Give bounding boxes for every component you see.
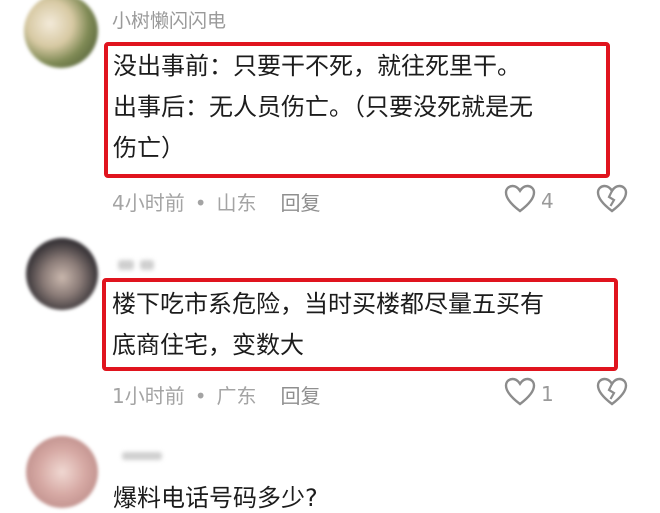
avatar[interactable] [26,436,98,508]
comment-time: 4小时前 [112,191,185,215]
comment-text-line: 楼下吃市系危险，当时买楼都尽量五买有 [112,290,544,318]
like-count: 1 [541,382,554,406]
comment-username[interactable]: 小树懒闪闪电 [112,6,226,33]
avatar[interactable] [24,0,98,68]
comment-text: 楼下吃市系危险，当时买楼都尽量五买有 底商住宅，变数大 [112,284,544,366]
comment-meta: 4小时前 • 山东 回复 [112,187,321,216]
reply-button[interactable]: 回复 [281,380,321,409]
comment-username-blurred[interactable] [118,260,134,270]
broken-heart-icon[interactable] [596,377,628,407]
comment-location: 山东 [216,191,257,215]
comment-username-blurred[interactable] [140,260,154,270]
separator-dot: • [194,384,207,408]
comment-text-line: 出事后：无人员伤亡。（只要没死就是无 [113,93,533,121]
avatar[interactable] [26,238,98,310]
comment-username-blurred[interactable] [122,452,162,460]
heart-outline-icon[interactable] [504,184,536,214]
comment-location: 广东 [216,384,257,408]
comment-text-line: 没出事前：只要干不死，就往死里干。 [113,52,521,80]
comment-text-line: 伤亡） [113,134,185,162]
separator-dot: • [194,191,207,215]
broken-heart-icon[interactable] [596,184,628,214]
like-count: 4 [541,189,554,213]
heart-outline-icon[interactable] [504,377,536,407]
comment-time: 1小时前 [112,384,185,408]
comment-text: 爆料电话号码多少? [113,484,318,512]
comment-text-line: 底商住宅，变数大 [112,331,304,359]
comment-meta: 1小时前 • 广东 回复 [112,380,321,409]
comment-text: 没出事前：只要干不死，就往死里干。 出事后：无人员伤亡。（只要没死就是无 伤亡） [113,46,533,169]
reply-button[interactable]: 回复 [281,187,321,216]
